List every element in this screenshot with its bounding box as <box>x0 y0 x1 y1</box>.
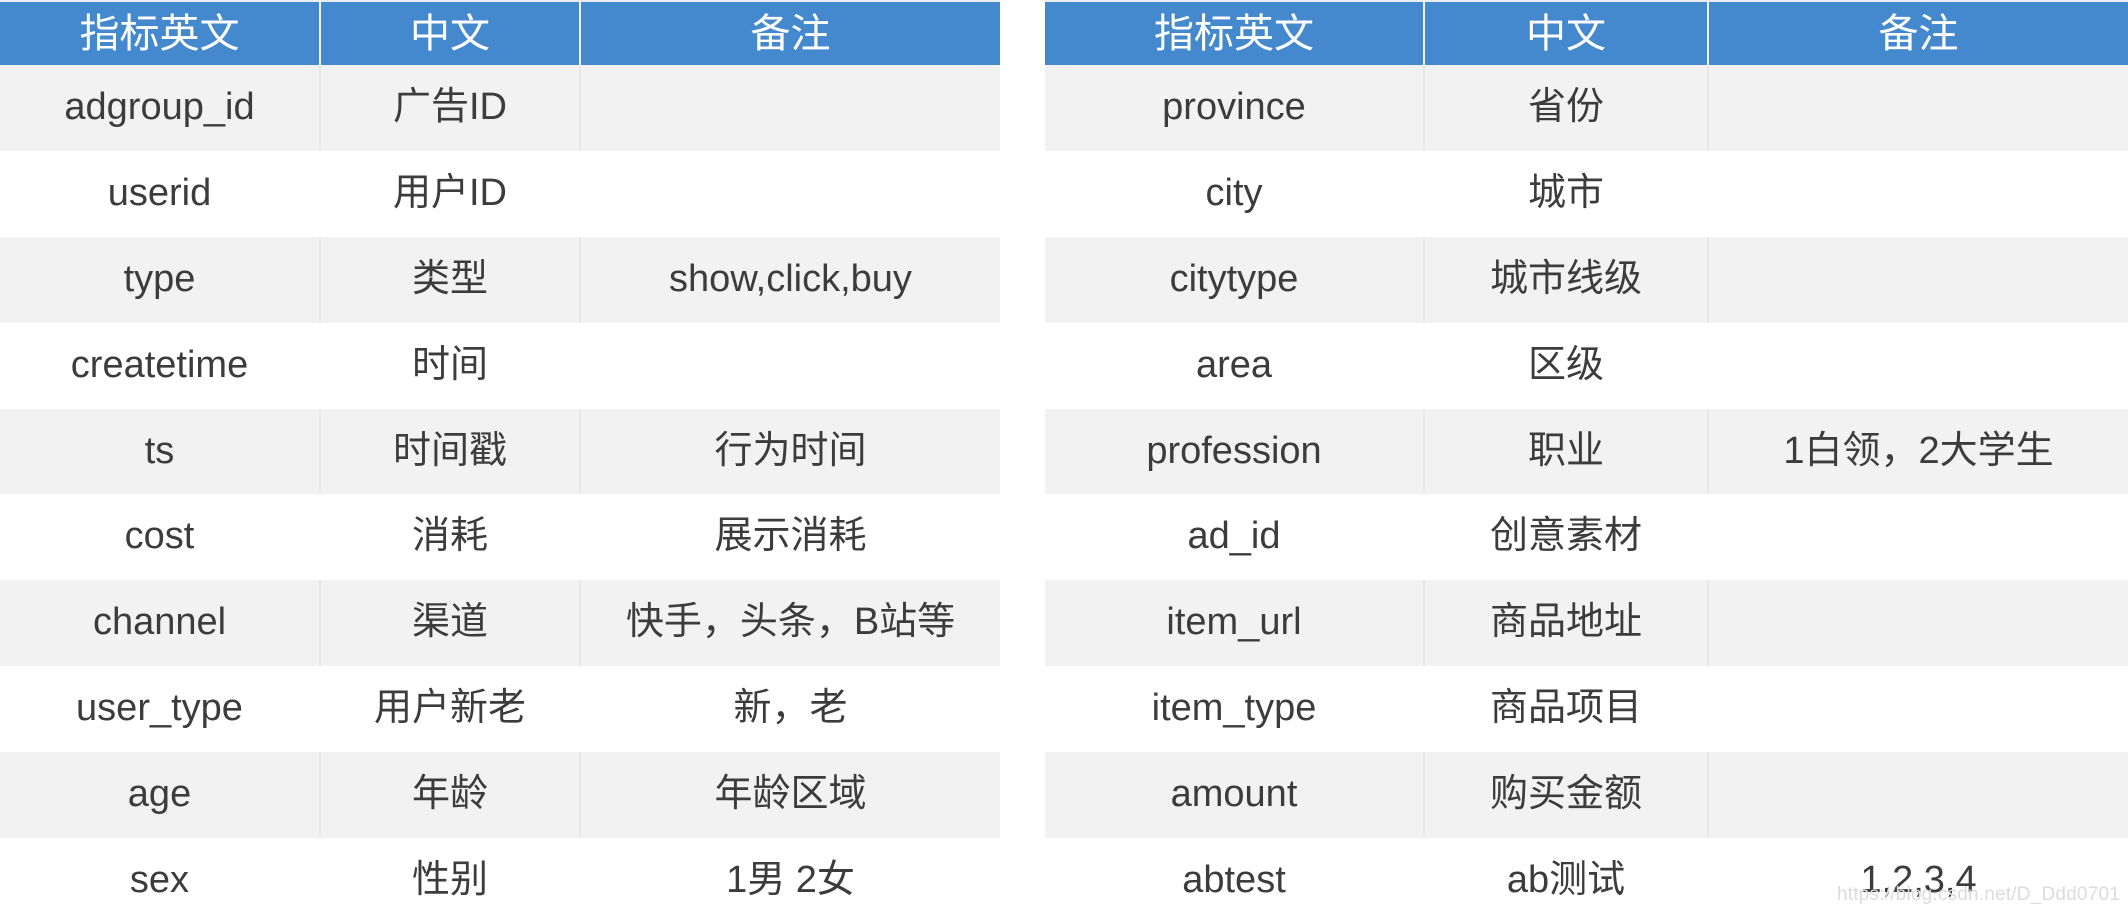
cell-chinese: 商品项目 <box>1424 666 1709 753</box>
cell-english: ad_id <box>1045 494 1425 581</box>
cell-remark <box>1708 752 2128 839</box>
cell-english: userid <box>0 150 321 237</box>
cell-remark: 1男 2女 <box>580 838 1000 924</box>
table-row: item_type 商品项目 <box>1045 666 2128 753</box>
cell-english: createtime <box>0 322 321 409</box>
left-table-body: adgroup_id 广告ID userid 用户ID type 类型 show,click… <box>0 65 1000 924</box>
cell-remark <box>1708 236 2128 323</box>
page-root: 指标英文 中文 备注 adgroup_id 广告ID userid 用户ID type 类… <box>0 0 2128 924</box>
cell-remark: 行为时间 <box>580 408 1000 495</box>
cell-remark: 1,2,3,4 <box>1708 838 2128 924</box>
cell-chinese: 时间 <box>320 322 581 409</box>
cell-english: profession <box>1045 408 1425 495</box>
column-header-chinese: 中文 <box>1424 0 1709 65</box>
table-row: userid 用户ID <box>0 150 1000 237</box>
right-table-body: province 省份 city 城市 citytype 城市线级 area 区级 profes… <box>1045 65 2128 924</box>
cell-english: user_type <box>0 666 321 753</box>
right-table-header: 指标英文 中文 备注 <box>1045 0 2128 65</box>
right-spec-table: 指标英文 中文 备注 province 省份 city 城市 citytype 城市线级 a… <box>1045 0 2128 924</box>
cell-remark <box>580 150 1000 237</box>
cell-english: citytype <box>1045 236 1425 323</box>
cell-remark <box>580 322 1000 409</box>
cell-remark <box>1708 494 2128 581</box>
table-row: adgroup_id 广告ID <box>0 65 1000 151</box>
table-row: profession 职业 1白领，2大学生 <box>1045 408 2128 495</box>
cell-chinese: 购买金额 <box>1424 752 1709 839</box>
table-row: abtest ab测试 1,2,3,4 <box>1045 838 2128 924</box>
cell-remark: 1白领，2大学生 <box>1708 408 2128 495</box>
cell-chinese: 创意素材 <box>1424 494 1709 581</box>
cell-english: area <box>1045 322 1425 409</box>
cell-english: item_type <box>1045 666 1425 753</box>
table-row: province 省份 <box>1045 65 2128 151</box>
cell-chinese: 区级 <box>1424 322 1709 409</box>
cell-chinese: 省份 <box>1424 65 1709 151</box>
table-row: area 区级 <box>1045 322 2128 409</box>
header-row: 指标英文 中文 备注 <box>0 0 1000 65</box>
cell-chinese: 城市 <box>1424 150 1709 237</box>
cell-remark: show,click,buy <box>580 236 1000 323</box>
cell-chinese: 类型 <box>320 236 581 323</box>
cell-english: item_url <box>1045 580 1425 667</box>
table-row: ad_id 创意素材 <box>1045 494 2128 581</box>
cell-chinese: 年龄 <box>320 752 581 839</box>
cell-english: channel <box>0 580 321 667</box>
cell-chinese: 用户ID <box>320 150 581 237</box>
table-row: createtime 时间 <box>0 322 1000 409</box>
cell-chinese: 渠道 <box>320 580 581 667</box>
cell-remark <box>1708 666 2128 753</box>
table-row: sex 性别 1男 2女 <box>0 838 1000 924</box>
cell-chinese: ab测试 <box>1424 838 1709 924</box>
cell-chinese: 商品地址 <box>1424 580 1709 667</box>
cell-english: city <box>1045 150 1425 237</box>
cell-chinese: 性别 <box>320 838 581 924</box>
cell-chinese: 消耗 <box>320 494 581 581</box>
table-row: channel 渠道 快手，头条，B站等 <box>0 580 1000 667</box>
left-table-header: 指标英文 中文 备注 <box>0 0 1000 65</box>
cell-english: adgroup_id <box>0 65 321 151</box>
cell-remark: 快手，头条，B站等 <box>580 580 1000 667</box>
cell-english: age <box>0 752 321 839</box>
cell-chinese: 职业 <box>1424 408 1709 495</box>
cell-chinese: 广告ID <box>320 65 581 151</box>
cell-english: type <box>0 236 321 323</box>
table-row: age 年龄 年龄区域 <box>0 752 1000 839</box>
left-spec-table: 指标英文 中文 备注 adgroup_id 广告ID userid 用户ID type 类… <box>0 0 1000 924</box>
cell-english: sex <box>0 838 321 924</box>
table-row: ts 时间戳 行为时间 <box>0 408 1000 495</box>
cell-english: province <box>1045 65 1425 151</box>
column-header-english: 指标英文 <box>1045 0 1425 65</box>
cell-chinese: 城市线级 <box>1424 236 1709 323</box>
cell-remark <box>1708 65 2128 151</box>
cell-english: ts <box>0 408 321 495</box>
column-header-remark: 备注 <box>580 0 1000 65</box>
column-header-remark: 备注 <box>1708 0 2128 65</box>
cell-english: abtest <box>1045 838 1425 924</box>
cell-chinese: 用户新老 <box>320 666 581 753</box>
table-row: user_type 用户新老 新，老 <box>0 666 1000 753</box>
cell-remark: 展示消耗 <box>580 494 1000 581</box>
cell-remark: 年龄区域 <box>580 752 1000 839</box>
watermark: https://blog.csdn.net/D_Ddd0701 <box>1837 884 2120 905</box>
cell-remark <box>1708 322 2128 409</box>
cell-english: cost <box>0 494 321 581</box>
column-header-chinese: 中文 <box>320 0 581 65</box>
header-row: 指标英文 中文 备注 <box>1045 0 2128 65</box>
column-header-english: 指标英文 <box>0 0 321 65</box>
table-row: city 城市 <box>1045 150 2128 237</box>
cell-remark <box>1708 150 2128 237</box>
table-row: item_url 商品地址 <box>1045 580 2128 667</box>
table-row: citytype 城市线级 <box>1045 236 2128 323</box>
cell-remark <box>1708 580 2128 667</box>
cell-chinese: 时间戳 <box>320 408 581 495</box>
table-row: cost 消耗 展示消耗 <box>0 494 1000 581</box>
table-row: amount 购买金额 <box>1045 752 2128 839</box>
cell-remark <box>580 65 1000 151</box>
table-row: type 类型 show,click,buy <box>0 236 1000 323</box>
cell-english: amount <box>1045 752 1425 839</box>
cell-remark: 新，老 <box>580 666 1000 753</box>
